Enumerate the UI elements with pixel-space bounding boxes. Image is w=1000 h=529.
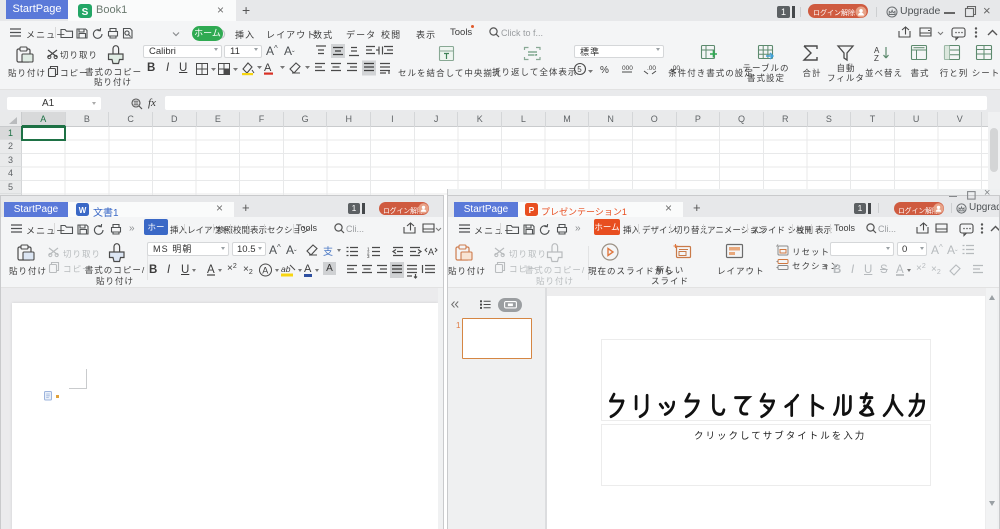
svg-text:S: S — [82, 7, 89, 18]
svg-text:%: % — [600, 65, 609, 76]
svg-text:Z: Z — [874, 54, 879, 63]
svg-text:A: A — [262, 266, 268, 276]
svg-text:W: W — [79, 206, 87, 215]
svg-text:A: A — [264, 62, 272, 74]
svg-text:.00: .00 — [647, 65, 656, 72]
svg-text:P: P — [529, 205, 535, 215]
svg-text:5: 5 — [577, 65, 582, 74]
svg-text:000: 000 — [622, 65, 633, 72]
svg-text:A: A — [428, 247, 434, 257]
svg-text:ab: ab — [281, 264, 291, 274]
